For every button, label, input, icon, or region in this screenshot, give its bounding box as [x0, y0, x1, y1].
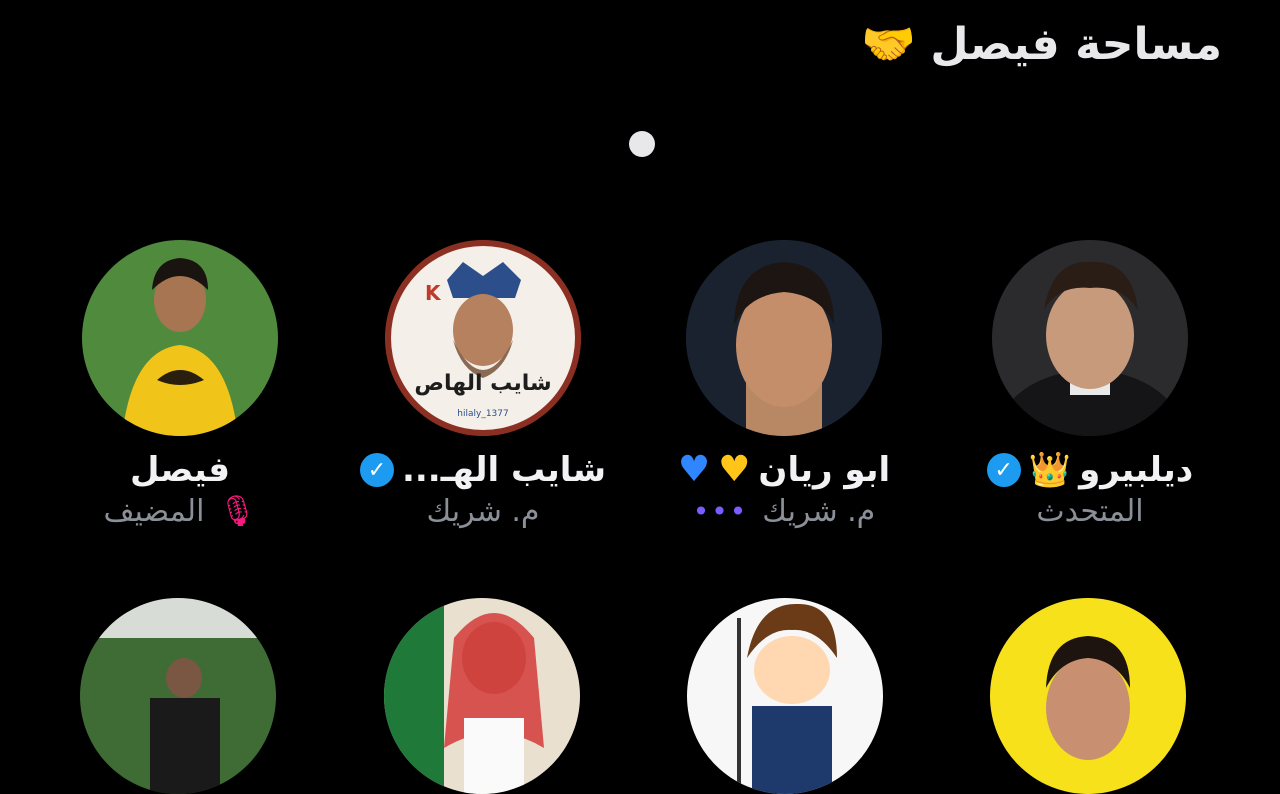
handshake-icon: 🤝: [861, 19, 917, 70]
speaking-dots-icon: •••: [692, 495, 749, 528]
avatar[interactable]: K شايب الهاص hilaly_1377: [385, 240, 581, 436]
participant-delpiero[interactable]: ديلبيرو 👑 ✓ المتحدث: [940, 240, 1240, 529]
role-row: م. شريك •••: [693, 494, 876, 529]
participant-role: م. شريك: [426, 494, 540, 529]
crown-icon: 👑: [1028, 450, 1072, 490]
participant-name: ديلبيرو: [1079, 450, 1194, 490]
avatar-handle: hilaly_1377: [457, 409, 508, 419]
participant-shayeb[interactable]: K شايب الهاص hilaly_1377 شايب الهـ... ✓ …: [333, 240, 633, 529]
avatar[interactable]: [687, 598, 883, 794]
space-title-text: مساحة فيصل: [930, 18, 1222, 70]
mic-off-icon: 🎙: [218, 494, 257, 529]
avatar[interactable]: [990, 598, 1186, 794]
participant-role: م. شريك: [762, 494, 876, 529]
role-row: م. شريك: [427, 494, 540, 529]
yellow-heart-icon: ♥: [718, 449, 751, 490]
avatar-caption: شايب الهاص: [414, 371, 551, 396]
verified-icon: ✓: [986, 453, 1021, 487]
avatar[interactable]: [384, 598, 580, 794]
avatar-letter: K: [425, 281, 442, 305]
space-title: مساحة فيصل 🤝: [861, 18, 1222, 71]
participant-abu-rayan[interactable]: ابو ريان ♥ ♥ م. شريك •••: [634, 240, 934, 529]
blue-heart-icon: ♥: [677, 449, 711, 490]
name-row: شايب الهـ... ✓: [359, 450, 607, 490]
verified-icon: ✓: [359, 453, 394, 487]
participant-faisal[interactable]: فيصل 🎙 المضيف: [30, 240, 330, 529]
name-row: فيصل: [130, 450, 230, 490]
avatar[interactable]: [686, 240, 882, 436]
name-row: ديلبيرو 👑 ✓: [986, 450, 1194, 490]
page-indicator-dot: [629, 131, 655, 157]
avatar[interactable]: [80, 598, 276, 794]
avatar[interactable]: [82, 240, 278, 436]
participant-name: فيصل: [130, 450, 230, 490]
participant-role: المتحدث: [1036, 494, 1144, 529]
participant-name: شايب الهـ...: [401, 450, 607, 490]
participant-name: ابو ريان: [758, 450, 891, 490]
role-row: المتحدث: [1036, 494, 1143, 529]
participant-role: المضيف: [103, 494, 205, 529]
name-row: ابو ريان ♥ ♥: [678, 450, 890, 490]
avatar[interactable]: [992, 240, 1188, 436]
role-row: 🎙 المضيف: [103, 494, 256, 529]
